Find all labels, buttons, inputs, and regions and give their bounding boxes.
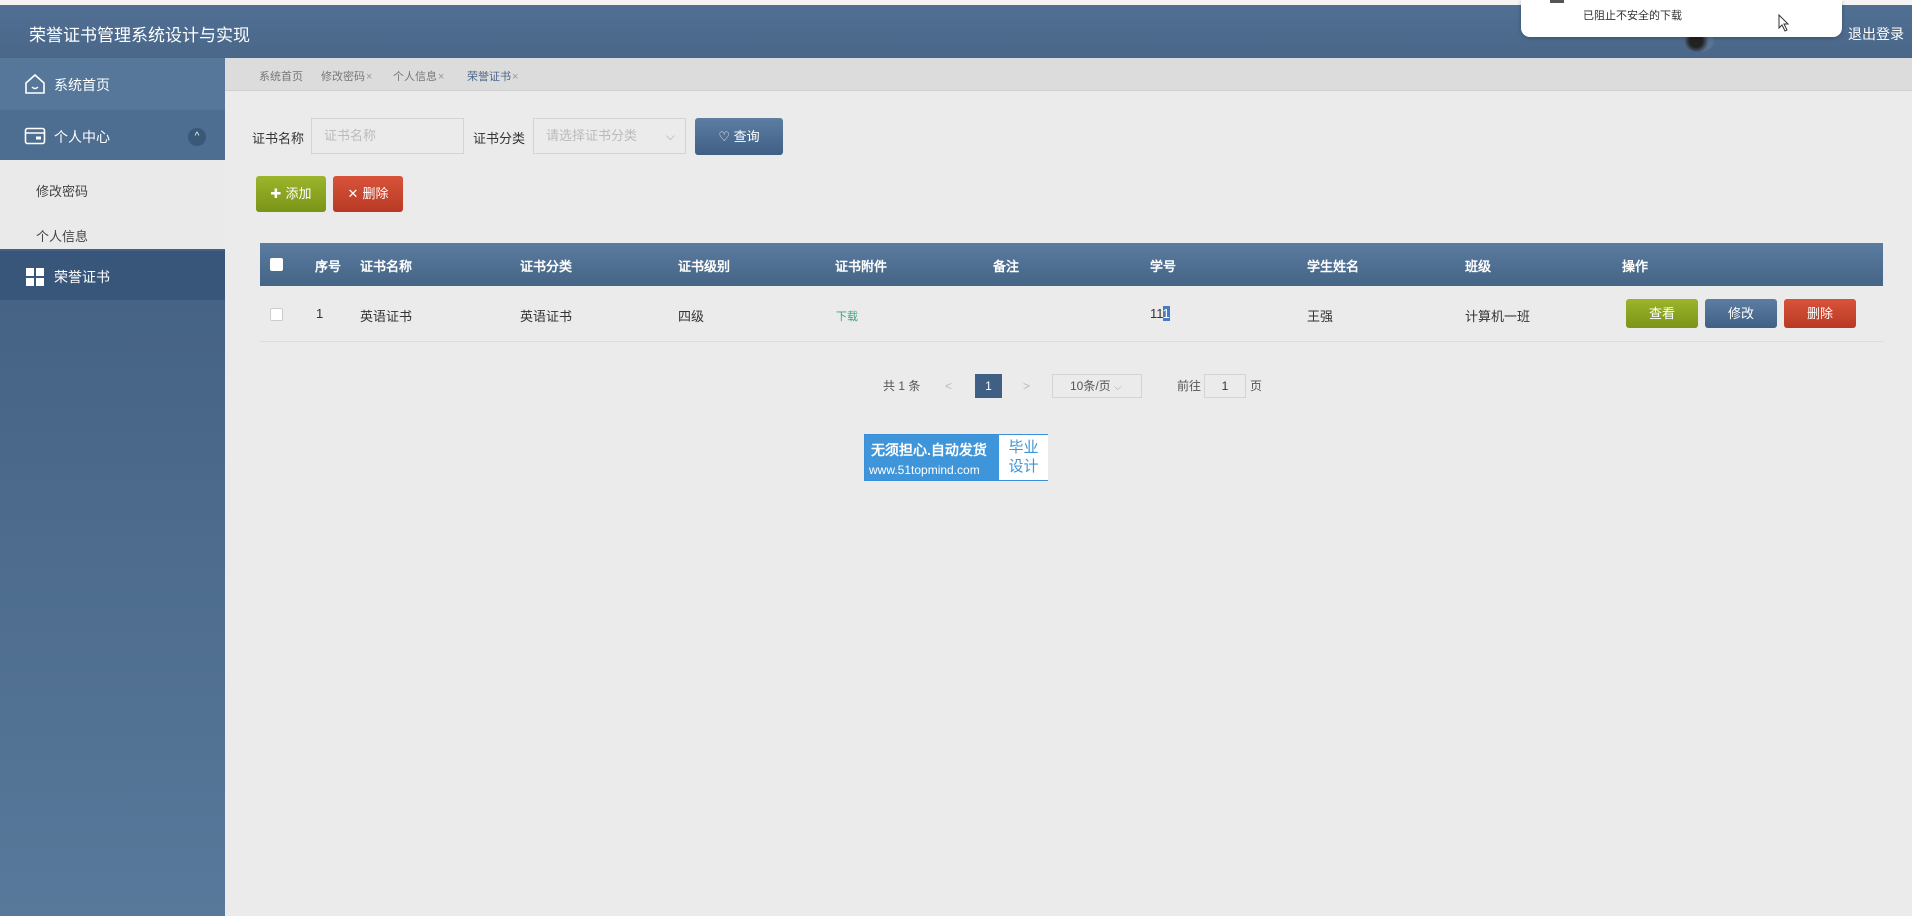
- tab-label: 修改密码: [321, 71, 365, 83]
- column-header: 证书名称: [360, 259, 413, 274]
- page-size-select[interactable]: 10条/页 ⌵: [1052, 374, 1142, 398]
- tab-close-icon[interactable]: ×: [438, 71, 444, 83]
- view-button[interactable]: 查看: [1626, 299, 1698, 328]
- column-header: 序号: [315, 259, 342, 274]
- banner-line-2: www.51topmind.com: [869, 463, 980, 477]
- tab-label: 系统首页: [259, 71, 303, 83]
- tab-home[interactable]: 系统首页: [259, 68, 303, 84]
- add-label: 添加: [285, 186, 312, 201]
- page-number-current[interactable]: 1: [975, 374, 1002, 398]
- query-label: 查询: [733, 129, 760, 144]
- column-header: 证书级别: [678, 259, 731, 274]
- page-unit-label: 页: [1250, 379, 1263, 393]
- certificate-category-select[interactable]: 请选择证书分类 ⌵: [533, 118, 686, 154]
- next-page-button[interactable]: >: [1023, 374, 1030, 398]
- cell-student-id: 111: [1150, 306, 1170, 321]
- chevron-down-icon: ⌵: [1114, 382, 1122, 393]
- delete-label: 删除: [362, 186, 389, 201]
- sidebar-item-personal-center[interactable]: 个人中心 ^: [0, 110, 225, 162]
- sidebar-item-label: 个人中心: [54, 129, 110, 145]
- sidebar-item-label: 系统首页: [54, 77, 110, 93]
- column-header: 操作: [1622, 259, 1649, 274]
- student-id-text: 11: [1150, 306, 1163, 321]
- column-header: 证书分类: [520, 259, 573, 274]
- certificate-name-input[interactable]: 证书名称: [311, 118, 464, 154]
- cell-certificate-category: 英语证书: [520, 309, 573, 324]
- blocked-download-popup: 已阻止不安全的下载: [1521, 0, 1842, 37]
- cell-student-name: 王强: [1307, 309, 1334, 324]
- cell-certificate-name: 英语证书: [360, 309, 413, 324]
- cell-index: 1: [316, 306, 324, 321]
- app-title: 荣誉证书管理系统设计与实现: [29, 26, 250, 45]
- banner-line-1: 无须担心.自动发货: [871, 442, 987, 458]
- banner-badge: 毕业 设计: [999, 435, 1048, 480]
- table-header: 序号 证书名称 证书分类 证书级别 证书附件 备注 学号 学生姓名 班级 操作: [260, 243, 1883, 286]
- cell-class: 计算机一班: [1465, 309, 1531, 324]
- select-placeholder: 请选择证书分类: [546, 128, 638, 143]
- sidebar-item-home[interactable]: 系统首页: [0, 58, 225, 110]
- pagination: 共 1 条 < 1 > 10条/页 ⌵ 前往 1 页: [0, 374, 1912, 398]
- total-count: 共 1 条: [883, 379, 921, 393]
- tab-personal-info[interactable]: 个人信息×: [393, 68, 444, 84]
- sidebar-item-honor-certificate[interactable]: 荣誉证书: [0, 251, 225, 300]
- query-button[interactable]: ♡ 查询: [695, 118, 783, 155]
- blocked-download-message: 已阻止不安全的下载: [1583, 10, 1682, 22]
- download-link[interactable]: 下载: [836, 308, 858, 324]
- heart-icon: ♡: [718, 129, 730, 144]
- edit-button[interactable]: 修改: [1705, 299, 1777, 328]
- wallet-icon: [24, 127, 46, 145]
- column-header: 班级: [1465, 259, 1492, 274]
- promo-banner[interactable]: 无须担心.自动发货 www.51topmind.com 毕业 设计: [864, 434, 1048, 481]
- delete-button[interactable]: ✕ 删除: [333, 176, 403, 212]
- sidebar: 系统首页 个人中心 ^ 修改密码 个人信息 荣誉证书: [0, 58, 225, 916]
- logout-button[interactable]: 退出登录: [1848, 24, 1904, 44]
- chevron-down-icon: ⌵: [665, 129, 675, 143]
- collapse-chevron-icon[interactable]: ^: [188, 128, 206, 146]
- column-header: 学号: [1150, 259, 1177, 274]
- student-id-selected-text: 1: [1162, 306, 1170, 321]
- banner-badge-line-1: 毕业: [1008, 439, 1039, 456]
- certificate-name-label: 证书名称: [252, 131, 305, 146]
- banner-badge-line-2: 设计: [1008, 458, 1039, 475]
- tab-label: 个人信息: [393, 71, 437, 83]
- plus-icon: ✚: [270, 186, 282, 201]
- tab-label: 荣誉证书: [467, 71, 511, 83]
- add-button[interactable]: ✚ 添加: [256, 176, 326, 212]
- tab-change-password[interactable]: 修改密码×: [321, 68, 372, 84]
- prev-page-button[interactable]: <: [945, 374, 952, 398]
- certificate-category-label: 证书分类: [473, 131, 526, 146]
- sidebar-item-label: 荣誉证书: [54, 269, 110, 285]
- tab-honor-certificate[interactable]: 荣誉证书×: [467, 68, 518, 84]
- grid-icon: [26, 268, 44, 286]
- select-all-checkbox[interactable]: [270, 258, 283, 271]
- submenu-item-personal-info[interactable]: 个人信息: [36, 226, 88, 245]
- page-size-value: 10条/页: [1070, 379, 1111, 393]
- table-row: 1 英语证书 英语证书 四级 下载 111 王强 计算机一班 查看 修改 删除: [260, 286, 1883, 342]
- submenu-item-change-password[interactable]: 修改密码: [36, 181, 88, 200]
- cell-certificate-level: 四级: [678, 309, 705, 324]
- mouse-cursor-icon: [1778, 14, 1790, 32]
- tab-close-icon[interactable]: ×: [512, 71, 518, 83]
- row-delete-button[interactable]: 删除: [1784, 299, 1856, 328]
- personal-center-submenu: 修改密码 个人信息: [0, 160, 225, 249]
- close-icon: ✕: [347, 186, 359, 201]
- input-placeholder: 证书名称: [324, 128, 377, 143]
- tab-bar: 系统首页 修改密码× 个人信息× 荣誉证书×: [225, 58, 1912, 91]
- row-checkbox[interactable]: [270, 308, 283, 321]
- goto-page-input[interactable]: 1: [1204, 374, 1246, 398]
- home-icon: [25, 73, 45, 94]
- column-header: 学生姓名: [1307, 259, 1360, 274]
- column-header: 证书附件: [835, 259, 888, 274]
- goto-label: 前往: [1177, 379, 1202, 393]
- column-header: 备注: [993, 259, 1020, 274]
- popup-mark-icon: [1550, 0, 1564, 3]
- tab-close-icon[interactable]: ×: [366, 71, 372, 83]
